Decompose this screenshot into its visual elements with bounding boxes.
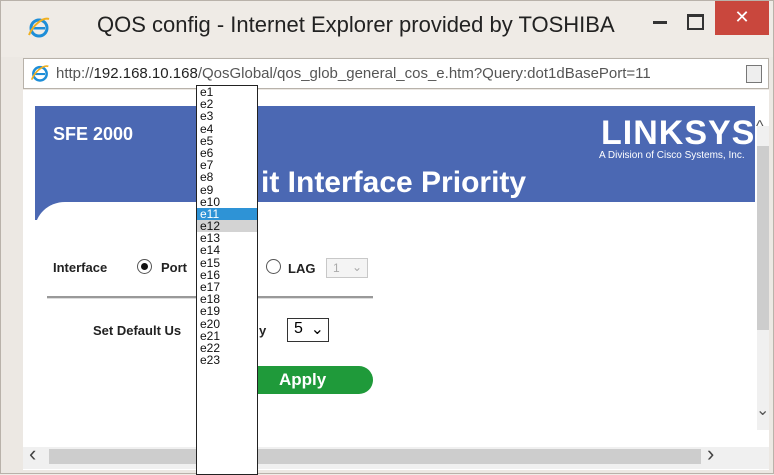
interface-dropdown-list[interactable]: e1 e2 e3 e4 e5 e6 e7 e8 e9 e10 e11 e12 e13 e14 e15 e16 e…: [196, 85, 258, 475]
chevron-left-icon[interactable]: ‹: [29, 441, 36, 467]
default-priority-label-text: Set Default Us: [93, 323, 182, 338]
horizontal-scroll-thumb[interactable]: [49, 449, 701, 464]
dropdown-option[interactable]: e15: [197, 257, 257, 269]
brand-tagline: A Division of Cisco Systems, Inc.: [599, 150, 745, 161]
dropdown-option[interactable]: e9: [197, 183, 257, 196]
dropdown-option[interactable]: e20: [197, 317, 257, 330]
address-bar[interactable]: http://192.168.10.168/QosGlobal/qos_glob…: [23, 58, 769, 89]
internet-explorer-icon: [30, 65, 49, 82]
default-priority-label: Set Default Us y: [93, 323, 266, 338]
lag-radio[interactable]: [266, 259, 281, 274]
vertical-scroll-thumb[interactable]: [757, 146, 769, 330]
maximize-button[interactable]: [679, 5, 713, 35]
url-text[interactable]: http://192.168.10.168/QosGlobal/qos_glob…: [56, 65, 651, 82]
dropdown-option[interactable]: e8: [197, 171, 257, 183]
lag-select[interactable]: 1 ⌄: [326, 258, 368, 278]
url-path: /QosGlobal/qos_glob_general_cos_e.htm?Qu…: [197, 65, 651, 82]
page-title: it Interface Priority: [261, 166, 527, 199]
priority-value: 5: [294, 320, 303, 337]
chevron-up-icon[interactable]: ^: [756, 118, 764, 136]
default-priority-label-suffix: y: [259, 323, 267, 338]
dropdown-option[interactable]: e14: [197, 244, 257, 256]
chevron-down-icon[interactable]: ⌄: [756, 400, 769, 420]
dropdown-option[interactable]: e23: [197, 354, 257, 366]
priority-select[interactable]: 5 ⌄: [287, 318, 329, 342]
lag-value: 1: [333, 261, 340, 275]
chevron-down-icon: ⌄: [310, 321, 324, 338]
close-button[interactable]: ✕: [715, 1, 769, 35]
page-content: SFE 2000 LINKSYS A Division of Cisco Sys…: [23, 90, 769, 470]
device-name: SFE 2000: [53, 124, 134, 144]
lag-label: LAG: [288, 261, 316, 276]
port-radio[interactable]: [137, 259, 152, 274]
linksys-logo: LINKSYS: [601, 114, 756, 152]
apply-label: Apply: [279, 370, 327, 389]
url-domain: 192.168.10.168: [93, 65, 198, 82]
chevron-right-icon[interactable]: ›: [707, 441, 714, 467]
url-prefix: http://: [56, 65, 94, 82]
interface-label: Interface: [53, 260, 108, 275]
compatibility-view-icon[interactable]: [746, 65, 762, 83]
close-icon: ✕: [734, 7, 750, 27]
browser-window: QOS config - Internet Explorer provided …: [0, 0, 774, 475]
internet-explorer-icon: [28, 17, 50, 38]
dropdown-option[interactable]: e3: [197, 110, 257, 122]
window-title: QOS config - Internet Explorer provided …: [97, 12, 615, 37]
minimize-button[interactable]: [645, 5, 679, 35]
dropdown-option[interactable]: e19: [197, 305, 257, 317]
header-curve: [35, 202, 755, 242]
port-label: Port: [161, 260, 187, 275]
title-bar[interactable]: QOS config - Internet Explorer provided …: [1, 1, 773, 57]
dropdown-option[interactable]: e4: [197, 122, 257, 135]
chevron-down-icon: ⌄: [351, 260, 362, 274]
